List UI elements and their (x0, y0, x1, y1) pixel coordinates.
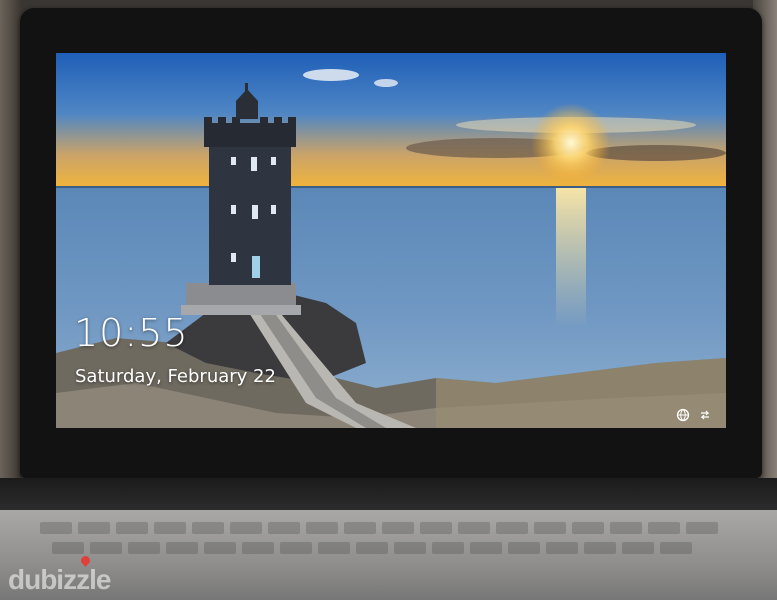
dubizzle-watermark: dubizzle (8, 554, 111, 596)
lock-screen-date: Saturday, February 22 (75, 366, 276, 387)
keyboard-row (40, 522, 718, 534)
globe-icon[interactable] (676, 408, 690, 422)
keyboard-row (52, 542, 692, 554)
lock-screen-tray (676, 408, 712, 422)
ease-of-access-icon[interactable] (698, 408, 712, 422)
lock-screen[interactable]: 10:55 Saturday, February 22 (56, 53, 726, 428)
lock-screen-time: 10:55 (74, 311, 189, 355)
watermark-text: dubizzle (8, 564, 111, 595)
laptop-hinge (0, 478, 777, 510)
laptop-keyboard-deck (0, 510, 777, 600)
